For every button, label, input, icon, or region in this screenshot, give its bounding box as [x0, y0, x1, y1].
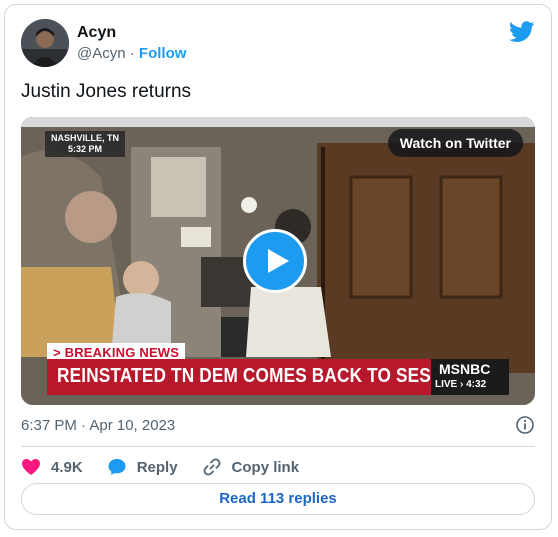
divider [21, 446, 535, 447]
author-handle-row: @Acyn · Follow [77, 45, 186, 62]
watch-on-twitter-button[interactable]: Watch on Twitter [387, 129, 523, 157]
copy-link-label: Copy link [231, 458, 300, 476]
network-bug: MSNBC LIVE › 4:32 [431, 359, 509, 395]
action-bar: 4.9K Reply Copy link [21, 457, 323, 477]
read-replies-button[interactable]: Read 113 replies [21, 483, 535, 515]
network-logo: MSNBC [439, 361, 491, 377]
tweet-timestamp[interactable]: 6:37 PM · Apr 10, 2023 [21, 417, 175, 434]
reply-label: Reply [136, 458, 178, 476]
author-name[interactable]: Acyn [77, 24, 116, 42]
news-chyron: REINSTATED TN DEM COMES BACK TO SESSION … [47, 359, 509, 395]
twitter-bird-icon[interactable] [509, 21, 535, 43]
info-icon[interactable] [515, 415, 535, 435]
link-icon [203, 458, 220, 476]
location-text: NASHVILLE, TN [51, 133, 120, 143]
author-handle[interactable]: @Acyn [77, 45, 126, 62]
avatar[interactable] [21, 19, 69, 67]
location-tag: NASHVILLE, TN 5:32 PM [45, 131, 126, 157]
like-button[interactable]: 4.9K [21, 458, 83, 476]
reply-bubble-icon [108, 459, 126, 475]
heart-icon [22, 459, 40, 475]
chyron-headline: REINSTATED TN DEM COMES BACK TO SESSION [57, 365, 474, 387]
tweet-card: Acyn @Acyn · Follow Justin Jones returns [4, 4, 552, 530]
play-button[interactable] [243, 229, 307, 293]
live-indicator: LIVE › 4:32 [435, 379, 487, 390]
video-player[interactable]: NASHVILLE, TN 5:32 PM Watch on Twitter >… [21, 117, 535, 405]
copy-link-button[interactable]: Copy link [202, 457, 300, 477]
separator: · [129, 45, 135, 62]
reply-button[interactable]: Reply [107, 457, 178, 477]
play-icon [268, 249, 289, 273]
clock-text: 5:32 PM [68, 144, 103, 154]
like-count: 4.9K [51, 458, 83, 476]
tweet-text: Justin Jones returns [21, 81, 192, 102]
follow-button[interactable]: Follow [139, 45, 187, 62]
